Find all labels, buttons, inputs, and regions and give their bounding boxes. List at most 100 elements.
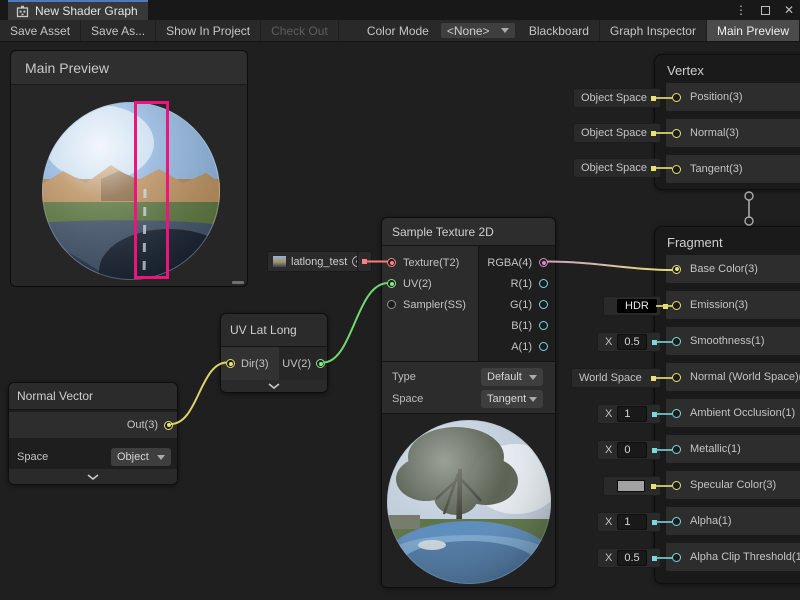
port-out-output[interactable] bbox=[164, 421, 173, 430]
port-normal[interactable] bbox=[672, 129, 681, 138]
position-space-chip[interactable]: Object Space bbox=[573, 88, 661, 108]
port-sampler-input[interactable] bbox=[387, 300, 396, 309]
port-row-specular-color[interactable]: Specular Color(3) bbox=[666, 471, 800, 499]
input-texture[interactable]: Texture(T2) bbox=[382, 252, 478, 273]
metallic-value-chip[interactable]: X0 bbox=[597, 440, 661, 460]
space-dropdown[interactable]: Object bbox=[111, 448, 171, 466]
type-dropdown[interactable]: Default bbox=[481, 368, 543, 386]
port-alpha[interactable] bbox=[672, 517, 681, 526]
port-b-output[interactable] bbox=[539, 321, 548, 330]
main-preview-button[interactable]: Main Preview bbox=[707, 20, 800, 41]
smoothness-value-field[interactable]: 0.5 bbox=[617, 334, 647, 350]
output-a[interactable]: A(1) bbox=[479, 336, 555, 357]
port-g-output[interactable] bbox=[539, 300, 548, 309]
port-uv-input[interactable] bbox=[387, 279, 396, 288]
port-row-emission[interactable]: Emission(3) bbox=[666, 291, 800, 319]
chip-port bbox=[663, 304, 668, 309]
chevron-down-icon bbox=[501, 28, 509, 33]
panel-resize-handle[interactable] bbox=[232, 281, 244, 284]
color-mode-dropdown[interactable]: <None> bbox=[441, 23, 515, 38]
tab-new-shader-graph[interactable]: New Shader Graph bbox=[8, 0, 148, 20]
port-row-ambient-occlusion[interactable]: Ambient Occlusion(1) bbox=[666, 399, 800, 427]
port-row-metallic[interactable]: Metallic(1) bbox=[666, 435, 800, 463]
specular-color-chip[interactable] bbox=[603, 476, 661, 496]
port-emission[interactable] bbox=[672, 301, 681, 310]
smoothness-value-chip[interactable]: X0.5 bbox=[597, 332, 661, 352]
normal-vector-node[interactable]: Normal Vector Out(3) Space Object bbox=[8, 382, 178, 485]
sample-texture-2d-node[interactable]: Sample Texture 2D Texture(T2) UV(2) Samp… bbox=[381, 217, 556, 588]
port-row-normal[interactable]: Normal(3) bbox=[666, 119, 800, 147]
color-swatch[interactable] bbox=[617, 480, 645, 492]
port-r-output[interactable] bbox=[539, 279, 548, 288]
port-ambient-occlusion[interactable] bbox=[672, 409, 681, 418]
texture-asset-name: latlong_test bbox=[291, 256, 347, 268]
chevron-down-icon bbox=[157, 455, 165, 460]
main-preview-viewport[interactable] bbox=[11, 85, 247, 287]
maximize-icon[interactable] bbox=[761, 6, 770, 15]
port-metallic[interactable] bbox=[672, 445, 681, 454]
chip-port bbox=[652, 340, 657, 345]
menu-dots-icon[interactable]: ⋮ bbox=[734, 3, 748, 17]
port-row-alpha[interactable]: Alpha(1) bbox=[666, 507, 800, 535]
port-row-smoothness[interactable]: Smoothness(1) bbox=[666, 327, 800, 355]
output-b[interactable]: B(1) bbox=[479, 315, 555, 336]
preview-expander[interactable] bbox=[9, 469, 177, 484]
main-preview-title[interactable]: Main Preview bbox=[11, 51, 247, 85]
space-dropdown[interactable]: Tangent bbox=[481, 390, 543, 408]
chip-port bbox=[651, 96, 656, 101]
output-rgba[interactable]: RGBA(4) bbox=[479, 252, 555, 273]
main-preview-panel[interactable]: Main Preview bbox=[10, 50, 248, 287]
fragment-node[interactable]: Fragment Base Color(3) Emission(3) Smoot… bbox=[654, 226, 800, 584]
output-uv[interactable]: UV(2) bbox=[279, 347, 327, 380]
space-label: Space bbox=[17, 451, 48, 463]
vertex-node[interactable]: Vertex Position(3) Normal(3) Tangent(3) bbox=[654, 54, 800, 190]
input-dir[interactable]: Dir(3) bbox=[221, 347, 279, 380]
port-position[interactable] bbox=[672, 93, 681, 102]
port-a-output[interactable] bbox=[539, 342, 548, 351]
show-in-project-button[interactable]: Show In Project bbox=[156, 20, 261, 41]
tangent-space-chip[interactable]: Object Space bbox=[573, 158, 661, 178]
texture-asset-chip[interactable]: latlong_test bbox=[267, 251, 369, 272]
port-base-color[interactable] bbox=[672, 265, 681, 274]
chevron-down-icon bbox=[529, 375, 537, 380]
port-tangent[interactable] bbox=[672, 165, 681, 174]
input-uv[interactable]: UV(2) bbox=[382, 273, 478, 294]
port-rgba-output[interactable] bbox=[539, 258, 548, 267]
save-asset-button[interactable]: Save Asset bbox=[0, 20, 81, 41]
normal-space-chip-fragment[interactable]: World Space bbox=[571, 368, 661, 388]
port-row-alpha-clip[interactable]: Alpha Clip Threshold(1) bbox=[666, 543, 800, 571]
output-r[interactable]: R(1) bbox=[479, 273, 555, 294]
port-uv-output[interactable] bbox=[316, 359, 325, 368]
alpha-value-chip[interactable]: X1 bbox=[597, 512, 661, 532]
input-sampler[interactable]: Sampler(SS) bbox=[382, 294, 478, 315]
uv-lat-long-node[interactable]: UV Lat Long Dir(3) UV(2) bbox=[220, 313, 328, 393]
blackboard-button[interactable]: Blackboard bbox=[519, 20, 600, 41]
port-specular-color[interactable] bbox=[672, 481, 681, 490]
preview-expander[interactable] bbox=[221, 380, 327, 392]
output-g[interactable]: G(1) bbox=[479, 294, 555, 315]
close-icon[interactable]: ✕ bbox=[782, 3, 796, 17]
chip-port bbox=[651, 376, 656, 381]
alpha-clip-value-field[interactable]: 0.5 bbox=[617, 550, 647, 566]
port-row-tangent[interactable]: Tangent(3) bbox=[666, 155, 800, 183]
alpha-value-field[interactable]: 1 bbox=[617, 514, 647, 530]
ao-value-chip[interactable]: X1 bbox=[597, 404, 661, 424]
port-normal-ws[interactable] bbox=[672, 373, 681, 382]
save-as-button[interactable]: Save As... bbox=[81, 20, 156, 41]
alpha-clip-value-chip[interactable]: X0.5 bbox=[597, 548, 661, 568]
preview-sphere-street bbox=[41, 101, 221, 281]
port-smoothness[interactable] bbox=[672, 337, 681, 346]
port-row-normal-ws[interactable]: Normal (World Space)(3) bbox=[666, 363, 800, 391]
port-dir-input[interactable] bbox=[226, 359, 235, 368]
texture-asset-port-box[interactable] bbox=[357, 251, 372, 272]
port-texture-input[interactable] bbox=[387, 258, 396, 267]
port-row-position[interactable]: Position(3) bbox=[666, 83, 800, 111]
graph-inspector-button[interactable]: Graph Inspector bbox=[600, 20, 707, 41]
metallic-value-field[interactable]: 0 bbox=[617, 442, 647, 458]
ao-value-field[interactable]: 1 bbox=[617, 406, 647, 422]
normal-space-chip[interactable]: Object Space bbox=[573, 123, 661, 143]
output-out[interactable]: Out(3) bbox=[9, 412, 177, 438]
port-row-base-color[interactable]: Base Color(3) bbox=[666, 255, 800, 283]
port-alpha-clip[interactable] bbox=[672, 553, 681, 562]
emission-hdr-chip[interactable]: HDR bbox=[603, 296, 661, 316]
